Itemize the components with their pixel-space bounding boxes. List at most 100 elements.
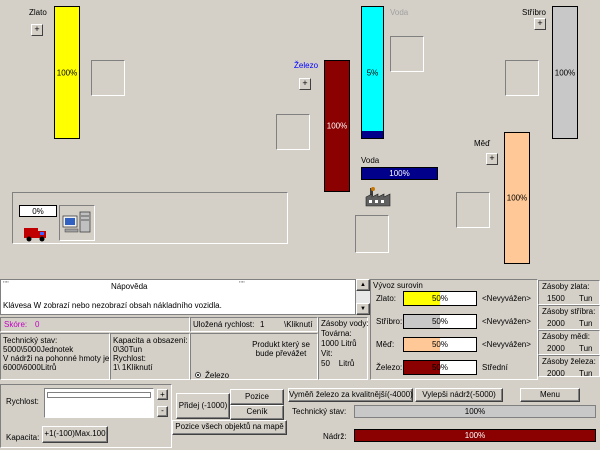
export-row-label: Měď: bbox=[376, 340, 395, 349]
speed-slider-track bbox=[47, 392, 151, 398]
scroll-down-button[interactable]: ▼ bbox=[356, 303, 370, 315]
copper-plus-button[interactable]: + bbox=[486, 153, 498, 165]
swap-iron-button[interactable]: Vyměň železo za kvalitnější(-4000) bbox=[288, 388, 413, 402]
export-row-status: Střední bbox=[482, 363, 508, 372]
product-text: Produkt který se bude převážet bbox=[252, 340, 310, 358]
reserve-unit: Tun bbox=[579, 344, 593, 353]
silver-tank: 100% bbox=[552, 6, 578, 139]
position-button[interactable]: Pozice bbox=[230, 389, 284, 405]
water-stock-text: Zásoby vody: Továrna: 1000 Litrů Vit: 50… bbox=[321, 319, 369, 368]
speed-slider[interactable] bbox=[44, 388, 154, 418]
iron-tank: 100% bbox=[324, 60, 350, 192]
speed-label: Rychlost: bbox=[6, 397, 39, 406]
silver-plus-button[interactable]: + bbox=[534, 18, 546, 30]
water-bar: 100% bbox=[361, 167, 438, 180]
capacity-upgrade-button[interactable]: +1(-100)Max.100 bbox=[42, 426, 108, 443]
tank-bar-pct: 100% bbox=[464, 431, 486, 440]
reserve-label: Zásoby zlata: bbox=[542, 282, 590, 291]
menu-button[interactable]: Menu bbox=[520, 388, 580, 402]
export-row-bar[interactable]: 50% bbox=[403, 337, 477, 352]
product-radio-dot bbox=[197, 374, 199, 376]
tech-state-panel: Technický stav: 5000\5000Jednotek V nádr… bbox=[0, 333, 112, 380]
saved-speed-label: Uložená rychlost: bbox=[193, 320, 255, 329]
export-title: Vývoz surovin bbox=[373, 281, 423, 290]
water-tank-fill bbox=[362, 131, 383, 138]
silver-tank-pct: 100% bbox=[554, 68, 576, 77]
silver-slot bbox=[505, 60, 539, 96]
computer-icon[interactable] bbox=[59, 205, 95, 241]
help-marker-left: "" bbox=[3, 280, 9, 289]
vehicle-progress-pct: 0% bbox=[32, 207, 44, 216]
improve-tank-button[interactable]: Vylepši nádrž(-5000) bbox=[415, 388, 503, 402]
add-button[interactable]: Přidej (-1000) bbox=[176, 393, 230, 419]
export-row-label: Zlato: bbox=[376, 294, 397, 303]
truck-icon[interactable] bbox=[23, 225, 49, 243]
tank-bar: 100% bbox=[354, 429, 596, 442]
help-scrollbar[interactable]: ▲ ▼ bbox=[356, 279, 370, 315]
export-row-label: Železo: bbox=[376, 363, 403, 372]
saved-speed-panel: Uložená rychlost: 1 \Kliknutí bbox=[190, 317, 318, 332]
copper-tank: 100% bbox=[504, 132, 530, 264]
product-radio-label: Železo bbox=[205, 371, 230, 380]
vehicle-panel: 0% bbox=[12, 192, 288, 244]
capacity-panel: Kapacita a obsazení: 0\30Tun Rychlost: 1… bbox=[110, 333, 190, 380]
tank-label: Nádrž: bbox=[323, 432, 347, 441]
iron-tank-pct: 100% bbox=[326, 121, 348, 131]
reserve-item: Zásoby stříbra: 2000 Tun bbox=[538, 305, 600, 330]
water-tank: 5% bbox=[361, 6, 384, 139]
reserve-label: Zásoby mědi: bbox=[542, 332, 591, 341]
export-row-status: <Nevyvážen> bbox=[482, 340, 531, 349]
export-row-bar[interactable]: 50% bbox=[403, 314, 477, 329]
reserve-item: Zásoby mědi: 2000 Tun bbox=[538, 330, 600, 355]
gold-tank: 100% bbox=[54, 6, 80, 139]
saved-speed-unit: \Kliknutí bbox=[284, 320, 313, 329]
price-list-button[interactable]: Ceník bbox=[230, 405, 284, 420]
capacity-text: Kapacita a obsazení: 0\30Tun Rychlost: 1… bbox=[113, 336, 188, 372]
export-row-status: <Nevyvážen> bbox=[482, 317, 531, 326]
gold-plus-button[interactable]: + bbox=[31, 24, 43, 36]
reserve-value: 1500 bbox=[547, 294, 565, 303]
gold-slot bbox=[91, 60, 125, 96]
export-row-bar[interactable]: 50% bbox=[403, 291, 477, 306]
water-tank-pct: 5% bbox=[366, 68, 379, 77]
help-title: Nápověda bbox=[111, 282, 148, 291]
score-panel: Skóre: 0 bbox=[0, 317, 190, 332]
help-text: Klávesa W zobrazí nebo nezobrazí obsah n… bbox=[3, 301, 222, 310]
water-bar-pct: 100% bbox=[389, 169, 410, 178]
reserve-value: 2000 bbox=[547, 369, 565, 378]
silver-label: Stříbro bbox=[522, 8, 547, 17]
speed-plus-button[interactable]: + bbox=[157, 389, 168, 400]
gold-label: Zlato bbox=[29, 8, 47, 17]
copper-slot bbox=[456, 192, 490, 228]
help-box: "" Nápověda "" Klávesa W zobrazí nebo ne… bbox=[0, 279, 356, 315]
scroll-up-button[interactable]: ▲ bbox=[356, 279, 370, 291]
reserve-unit: Tun bbox=[579, 294, 593, 303]
iron-slot bbox=[276, 114, 310, 150]
reserve-value: 2000 bbox=[547, 319, 565, 328]
reserve-item: Zásoby zlata: 1500 Tun bbox=[538, 280, 600, 305]
vehicle-progress: 0% bbox=[19, 205, 57, 217]
tech-state-text: Technický stav: 5000\5000Jednotek V nádr… bbox=[3, 336, 112, 372]
reserve-value: 2000 bbox=[547, 344, 565, 353]
product-panel: Produkt který se bude převážet Železo bbox=[190, 333, 318, 380]
reserve-item: Zásoby železa: 2000 Tun bbox=[538, 355, 600, 378]
water-stock-panel: Zásoby vody: Továrna: 1000 Litrů Vit: 50… bbox=[318, 317, 369, 380]
gold-tank-pct: 100% bbox=[56, 68, 78, 77]
all-positions-button[interactable]: Pozice všech objektů na mapě bbox=[172, 420, 287, 435]
iron-plus-button[interactable]: + bbox=[299, 78, 311, 90]
tech-bar: 100% bbox=[354, 405, 596, 418]
factory-icon[interactable] bbox=[364, 186, 392, 208]
export-row-pct: 50% bbox=[431, 363, 448, 372]
water-bar-label: Voda bbox=[361, 156, 380, 165]
saved-speed-value: 1 bbox=[260, 320, 265, 329]
reserve-unit: Tun bbox=[579, 369, 593, 378]
reserve-label: Zásoby železa: bbox=[542, 357, 596, 366]
iron-label: Železo bbox=[294, 61, 319, 70]
factory-slot bbox=[355, 215, 389, 253]
export-row-bar[interactable]: 50% bbox=[403, 360, 477, 375]
tech-bar-pct: 100% bbox=[464, 407, 486, 416]
reserve-label: Zásoby stříbra: bbox=[542, 307, 596, 316]
product-radio[interactable] bbox=[195, 372, 201, 378]
speed-minus-button[interactable]: - bbox=[157, 406, 168, 417]
copper-label: Měď bbox=[474, 139, 491, 148]
